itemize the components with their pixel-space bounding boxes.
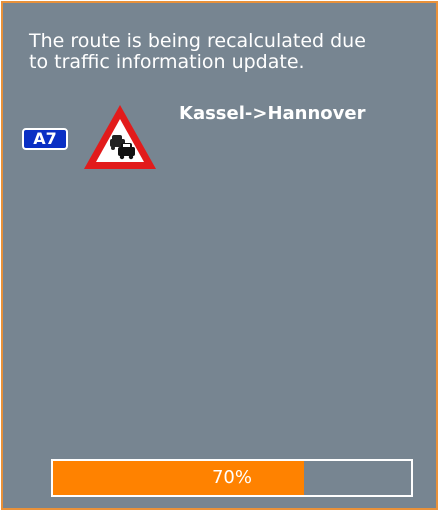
progress-bar: 70% [51, 459, 413, 497]
progress-label: 70% [211, 467, 252, 488]
recalculation-message: The route is being recalculated due to t… [29, 31, 429, 73]
message-line-2: to traffic information update. [29, 51, 305, 73]
traffic-jam-warning-icon [84, 105, 156, 169]
recalculation-dialog: The route is being recalculated due to t… [1, 1, 438, 510]
message-line-1: The route is being recalculated due [29, 30, 366, 52]
road-number: A7 [33, 129, 57, 148]
road-badge-icon: A7 [22, 128, 68, 150]
route-name: Kassel->Hannover [179, 103, 366, 124]
